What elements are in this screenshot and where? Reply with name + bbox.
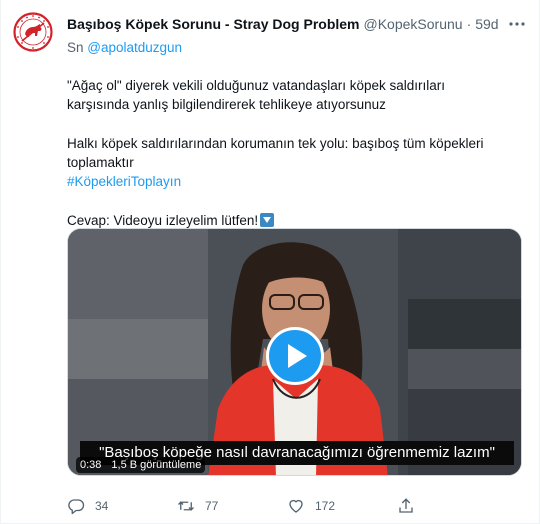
retweet-icon [178,501,194,511]
video-player[interactable]: "Başıboş köpeğe nasıl davranacağımızı öğ… [67,228,522,476]
like-count: 172 [315,499,336,513]
avatar[interactable] [13,12,53,52]
more-icon [509,22,525,26]
tweet-text: "Ağaç ol" diyerek vekili olduğunuz vatan… [67,76,507,230]
down-arrow-emoji-icon [260,213,275,227]
retweet-count: 77 [205,499,219,513]
tweet[interactable]: Başıboş Köpek Sorunu - Stray Dog Problem… [0,0,540,524]
play-icon [288,344,307,368]
tweet-actions: 34 77 172 [67,496,507,516]
retweet-button[interactable]: 77 [177,497,287,515]
reply-count: 34 [95,499,109,513]
tweet-time[interactable]: 59d [475,16,498,32]
reply-icon [68,499,85,515]
display-name[interactable]: Başıboş Köpek Sorunu - Stray Dog Problem [67,16,360,32]
share-icon [399,498,413,513]
video-views: 1,5 B görüntüleme [111,459,202,471]
avatar-logo [13,12,53,52]
share-button[interactable] [397,497,507,515]
hashtag-link[interactable]: #KöpekleriToplayın [67,174,181,189]
tweet-paragraph-3: Cevap: Videoyu izleyelim lütfen! [67,213,259,228]
video-duration: 0:38 [80,459,102,471]
reply-context: Sn @apolatduzgun [67,40,182,55]
reply-mention-link[interactable]: @apolatduzgun [87,40,182,55]
tweet-header: Başıboş Köpek Sorunu - Stray Dog Problem… [67,14,525,34]
reply-prefix: Sn [67,40,84,55]
tweet-paragraph-2: Halkı köpek saldırılarından korumanın te… [67,136,484,170]
reply-button[interactable]: 34 [67,497,177,515]
video-meta-badge: 0:38 1,5 B görüntüleme [76,457,206,473]
heart-icon [289,499,303,513]
separator-dot: · [466,16,472,32]
tweet-paragraph-1: "Ağaç ol" diyerek vekili olduğunuz vatan… [67,78,446,112]
like-button[interactable]: 172 [287,497,397,515]
user-handle[interactable]: @KopekSorunu [364,16,463,32]
more-options-button[interactable] [507,14,527,34]
play-button[interactable] [266,327,324,385]
